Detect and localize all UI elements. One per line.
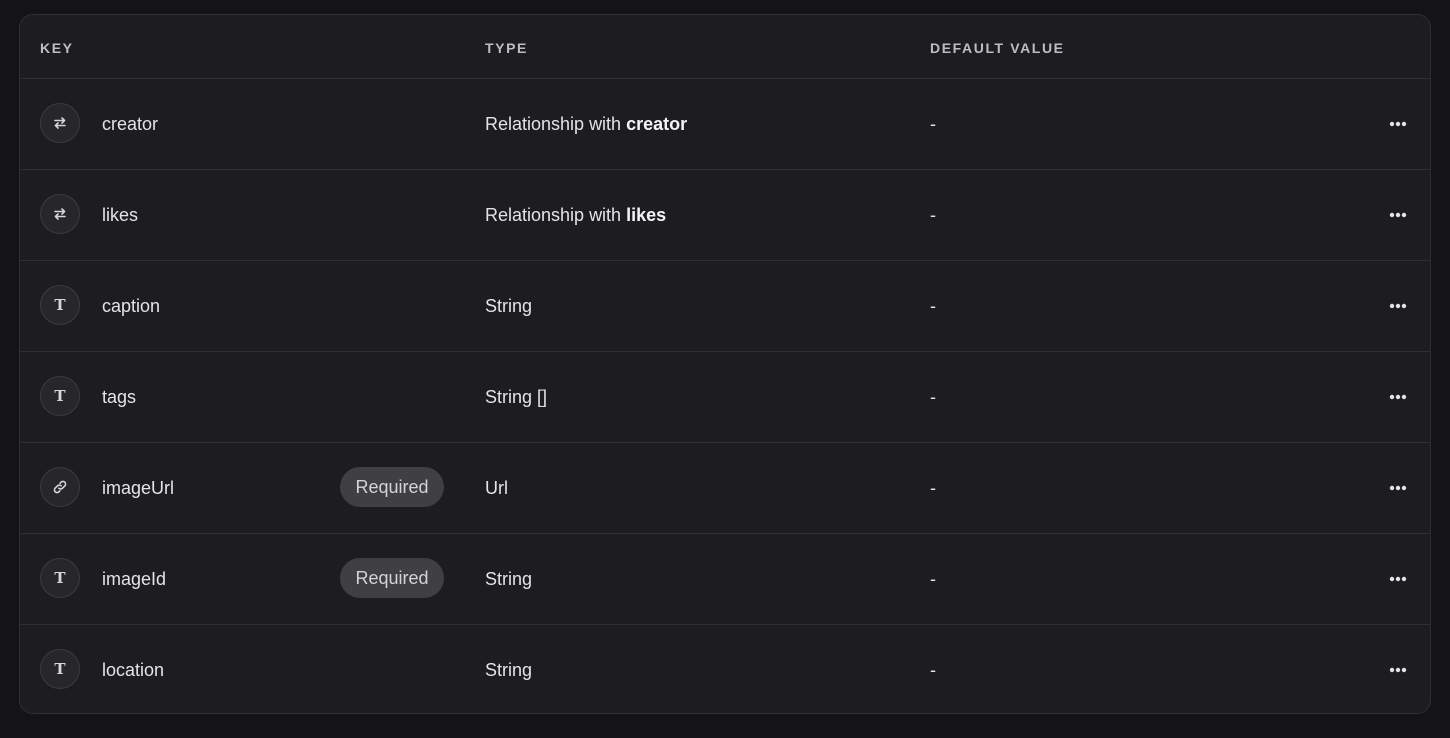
more-options-button[interactable] bbox=[1380, 107, 1416, 141]
relationship-icon bbox=[40, 103, 80, 143]
attribute-key: creator bbox=[102, 114, 159, 134]
attribute-default-value: - bbox=[930, 205, 936, 225]
more-options-button[interactable] bbox=[1380, 380, 1416, 414]
attribute-default-value: - bbox=[930, 478, 936, 498]
text-icon: T bbox=[40, 558, 80, 598]
attribute-key: tags bbox=[102, 387, 137, 407]
table-row: likes Relationship with likes - bbox=[20, 170, 1430, 261]
text-type-glyph: T bbox=[54, 295, 66, 314]
attribute-type: String [] bbox=[485, 387, 548, 407]
attribute-default-value: - bbox=[930, 387, 936, 407]
column-header-default-value: DEFAULT VALUE bbox=[930, 40, 1065, 56]
attributes-table: KEY TYPE DEFAULT VALUE creator Relations… bbox=[19, 14, 1431, 714]
table-row: T location String - bbox=[20, 625, 1430, 713]
type-related-collection: likes bbox=[626, 205, 667, 225]
table-header: KEY TYPE DEFAULT VALUE bbox=[20, 15, 1430, 79]
type-text: Relationship with bbox=[485, 205, 627, 225]
attribute-default-value: - bbox=[930, 114, 936, 134]
more-options-button[interactable] bbox=[1380, 198, 1416, 232]
required-badge: Required bbox=[340, 467, 444, 507]
attribute-key: imageId bbox=[102, 569, 167, 589]
table-row: T imageId Required String - bbox=[20, 534, 1430, 625]
table-row: imageUrl Required Url - bbox=[20, 443, 1430, 534]
attribute-type: String bbox=[485, 296, 533, 316]
table-row: T tags String [] - bbox=[20, 352, 1430, 443]
attribute-type: Relationship with likes bbox=[485, 205, 666, 225]
more-options-button[interactable] bbox=[1380, 653, 1416, 687]
type-text: Relationship with bbox=[485, 114, 627, 134]
more-horizontal-icon bbox=[1389, 485, 1407, 491]
attribute-key: location bbox=[102, 660, 165, 680]
attribute-key: caption bbox=[102, 296, 161, 316]
more-horizontal-icon bbox=[1389, 667, 1407, 673]
attribute-default-value: - bbox=[930, 296, 936, 316]
attribute-key: likes bbox=[102, 205, 139, 225]
table-row: T caption String - bbox=[20, 261, 1430, 352]
text-type-glyph: T bbox=[54, 568, 66, 587]
attribute-type: Relationship with creator bbox=[485, 114, 687, 134]
more-options-button[interactable] bbox=[1380, 471, 1416, 505]
more-options-button[interactable] bbox=[1380, 289, 1416, 323]
required-badge: Required bbox=[340, 558, 444, 598]
more-horizontal-icon bbox=[1389, 576, 1407, 582]
column-header-key: KEY bbox=[40, 40, 74, 56]
link-icon bbox=[40, 467, 80, 507]
attribute-type: String bbox=[485, 569, 533, 589]
column-header-type: TYPE bbox=[485, 40, 528, 56]
text-type-glyph: T bbox=[54, 386, 66, 405]
attribute-type: String bbox=[485, 660, 533, 680]
text-icon: T bbox=[40, 285, 80, 325]
attribute-default-value: - bbox=[930, 569, 936, 589]
attribute-key: imageUrl bbox=[102, 478, 175, 498]
more-options-button[interactable] bbox=[1380, 562, 1416, 596]
more-horizontal-icon bbox=[1389, 212, 1407, 218]
more-horizontal-icon bbox=[1389, 121, 1407, 127]
relationship-icon bbox=[40, 194, 80, 234]
text-icon: T bbox=[40, 649, 80, 689]
attribute-type: Url bbox=[485, 478, 508, 498]
text-icon: T bbox=[40, 376, 80, 416]
more-horizontal-icon bbox=[1389, 303, 1407, 309]
type-related-collection: creator bbox=[626, 114, 688, 134]
more-horizontal-icon bbox=[1389, 394, 1407, 400]
attribute-default-value: - bbox=[930, 660, 936, 680]
text-type-glyph: T bbox=[54, 659, 66, 678]
table-row: creator Relationship with creator - bbox=[20, 79, 1430, 170]
